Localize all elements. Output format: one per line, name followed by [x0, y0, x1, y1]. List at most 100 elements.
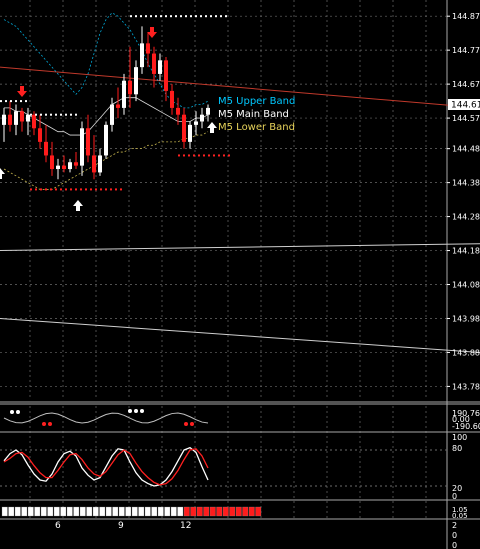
candle-body: [182, 114, 186, 142]
candle-body: [8, 114, 12, 125]
level-dot: [210, 15, 212, 18]
price-scale[interactable]: 144.87 144.77 144.67 144.57 144.48 144.38 144.…: [447, 12, 480, 391]
hist-bar-pos: [170, 506, 177, 517]
time-axis: 6 9 12: [55, 521, 191, 531]
hist-bar-neg: [190, 506, 197, 517]
hist-bar-pos: [21, 506, 28, 517]
main-band-label: M5 Main Band: [218, 109, 289, 120]
level-dot: [145, 15, 147, 18]
hist-bar-neg: [196, 506, 203, 517]
level-dot: [45, 113, 47, 116]
hist-bar-pos: [86, 506, 93, 517]
level-dot: [10, 100, 12, 103]
cci-dot: [140, 409, 144, 413]
level-dot: [70, 113, 72, 116]
cci-dot: [10, 410, 14, 414]
hist-bar-pos: [99, 506, 106, 517]
candle-body: [164, 60, 168, 91]
candle-body: [32, 114, 36, 129]
level-dot: [178, 154, 180, 157]
hist-bar-pos: [151, 506, 158, 517]
level-dot: [213, 154, 215, 157]
candle-body: [86, 128, 90, 156]
level-dot: [60, 188, 62, 191]
level-dot: [188, 154, 190, 157]
level-dot: [225, 15, 227, 18]
cci-dot: [128, 409, 132, 413]
trading-chart[interactable]: M5 Upper Band M5 Main Band M5 Lower Band…: [0, 0, 480, 549]
hist-bar-neg: [183, 506, 190, 517]
level-dot: [218, 154, 220, 157]
level-dot: [140, 15, 142, 18]
cci-dot: [16, 410, 20, 414]
stoch-80-label: 80: [452, 444, 462, 453]
level-dot: [90, 188, 92, 191]
level-dot: [95, 188, 97, 191]
level-dot: [30, 113, 32, 116]
hist-bar-pos: [14, 506, 21, 517]
level-dot: [175, 15, 177, 18]
level-dot: [105, 188, 107, 191]
candle-body: [110, 104, 114, 125]
bottom-label-1: 2: [452, 521, 457, 530]
cci-line: [3, 412, 209, 424]
level-dot: [190, 15, 192, 18]
hist-bar-pos: [177, 506, 184, 517]
candle-body: [44, 141, 48, 156]
grid-lines: [0, 0, 480, 549]
time-label-6: 6: [55, 521, 61, 531]
hist-bar-neg: [222, 506, 229, 517]
hist-bar-pos: [73, 506, 80, 517]
candle-body: [74, 162, 78, 166]
buy-arrow-icon: [73, 200, 83, 211]
level-dot: [80, 188, 82, 191]
hist-bar-pos: [92, 506, 99, 517]
price-tick-label: 144.28: [452, 213, 480, 222]
level-dot: [228, 154, 230, 157]
level-dot: [55, 188, 57, 191]
level-dot: [25, 100, 27, 103]
level-dot: [0, 100, 2, 103]
candle-body: [134, 67, 138, 95]
level-dot: [30, 188, 32, 191]
cci-dot: [190, 422, 194, 426]
candle-body: [170, 90, 174, 108]
candle-body: [68, 162, 72, 170]
hist-bar-pos: [112, 506, 119, 517]
hist-bar-pos: [144, 506, 151, 517]
level-dot: [50, 188, 52, 191]
level-dot: [70, 188, 72, 191]
level-dot: [160, 15, 162, 18]
hist-bar-pos: [118, 506, 125, 517]
hist-bar-pos: [105, 506, 112, 517]
candle-body: [122, 80, 126, 108]
hist-bar-pos: [125, 506, 132, 517]
lower-band-label: M5 Lower Band: [218, 122, 295, 133]
stoch-100-label: 100: [452, 433, 467, 442]
cci-subwindow: 190.763 0.00 -190.60: [0, 403, 480, 433]
hist-bar-neg: [203, 506, 210, 517]
candle-body: [50, 155, 54, 170]
candle-body: [20, 111, 24, 122]
price-tick-label: 144.87: [452, 12, 480, 21]
candle-body: [14, 111, 18, 125]
candle-body: [176, 107, 180, 115]
upper-band-label: M5 Upper Band: [218, 96, 295, 107]
level-dot: [55, 113, 57, 116]
price-tick-label: 143.78: [452, 382, 480, 391]
candle-body: [26, 114, 30, 122]
level-dot: [180, 15, 182, 18]
level-dot: [85, 188, 87, 191]
hist-bar-pos: [157, 506, 164, 517]
level-dot: [185, 15, 187, 18]
hist-bar-pos: [1, 506, 8, 517]
candle-body: [200, 114, 204, 122]
hist-bar-neg: [229, 506, 236, 517]
candle-body: [38, 128, 42, 142]
candle-body: [104, 124, 108, 156]
level-dot: [100, 188, 102, 191]
level-dot: [193, 154, 195, 157]
hist-bar-pos: [164, 506, 171, 517]
hist-min-label: 0.05: [452, 512, 468, 520]
price-tick-label: 144.77: [452, 46, 480, 55]
